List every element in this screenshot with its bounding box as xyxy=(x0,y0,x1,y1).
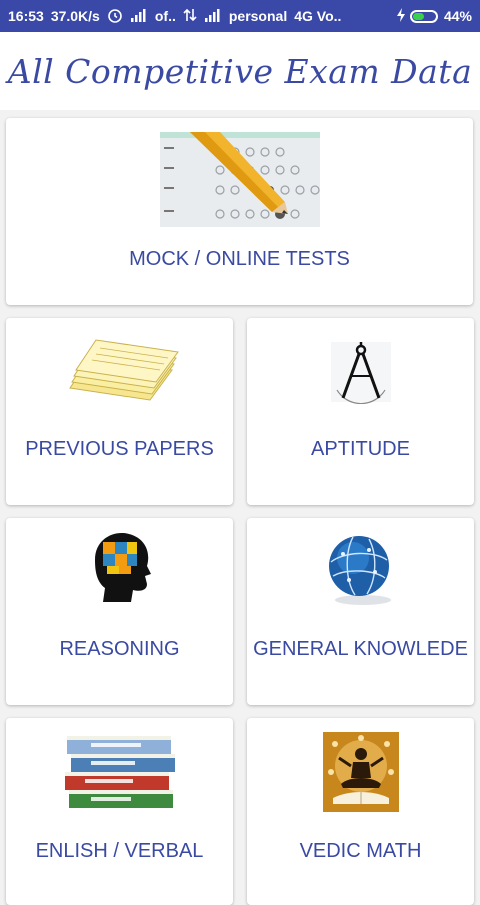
meditation-icon xyxy=(322,732,399,817)
status-speed: 37.0K/s xyxy=(50,8,100,24)
alarm-icon xyxy=(107,7,123,26)
signal-icon-2 xyxy=(204,8,222,25)
aptitude-label: APTITUDE xyxy=(311,438,410,460)
charging-icon xyxy=(396,7,406,25)
status-carrier1: of.. xyxy=(154,8,176,24)
globe-icon xyxy=(323,532,399,613)
mock-tests-label: MOCK / ONLINE TESTS xyxy=(129,248,350,270)
status-battery: 44% xyxy=(443,8,472,24)
card-vedic-math[interactable]: VEDIC MATH xyxy=(247,718,474,905)
general-knowledge-label: GENERAL KNOWLEDE xyxy=(253,638,468,660)
signal-icon xyxy=(130,8,148,25)
reasoning-label: REASONING xyxy=(59,638,180,660)
card-general-knowledge[interactable]: GENERAL KNOWLEDE xyxy=(247,518,474,705)
status-time: 16:53 xyxy=(8,8,44,24)
english-verbal-label: ENLISH / VERBAL xyxy=(35,840,204,862)
compass-icon xyxy=(329,340,393,409)
battery-icon xyxy=(409,9,438,23)
brain-puzzle-icon xyxy=(85,530,155,610)
app-header: All Competitive Exam Data xyxy=(0,32,480,110)
card-reasoning[interactable]: REASONING xyxy=(6,518,233,705)
book-stack-icon xyxy=(61,728,179,819)
card-english-verbal[interactable]: ENLISH / VERBAL xyxy=(6,718,233,905)
vedic-math-label: VEDIC MATH xyxy=(299,840,422,862)
paper-stack-icon xyxy=(60,330,180,415)
status-carrier2: personal xyxy=(228,8,288,24)
card-previous-papers[interactable]: PREVIOUS PAPERS xyxy=(6,318,233,505)
answer-sheet-pencil-icon xyxy=(159,132,320,232)
card-aptitude[interactable]: APTITUDE xyxy=(247,318,474,505)
data-transfer-icon xyxy=(183,8,197,25)
status-network: 4G Vo.. xyxy=(294,8,342,24)
app-title: All Competitive Exam Data xyxy=(7,51,473,91)
previous-papers-label: PREVIOUS PAPERS xyxy=(25,438,214,460)
status-bar: 16:53 37.0K/s of.. personal 4G Vo.. 44% xyxy=(0,0,480,32)
card-mock-tests[interactable]: MOCK / ONLINE TESTS xyxy=(6,118,473,305)
